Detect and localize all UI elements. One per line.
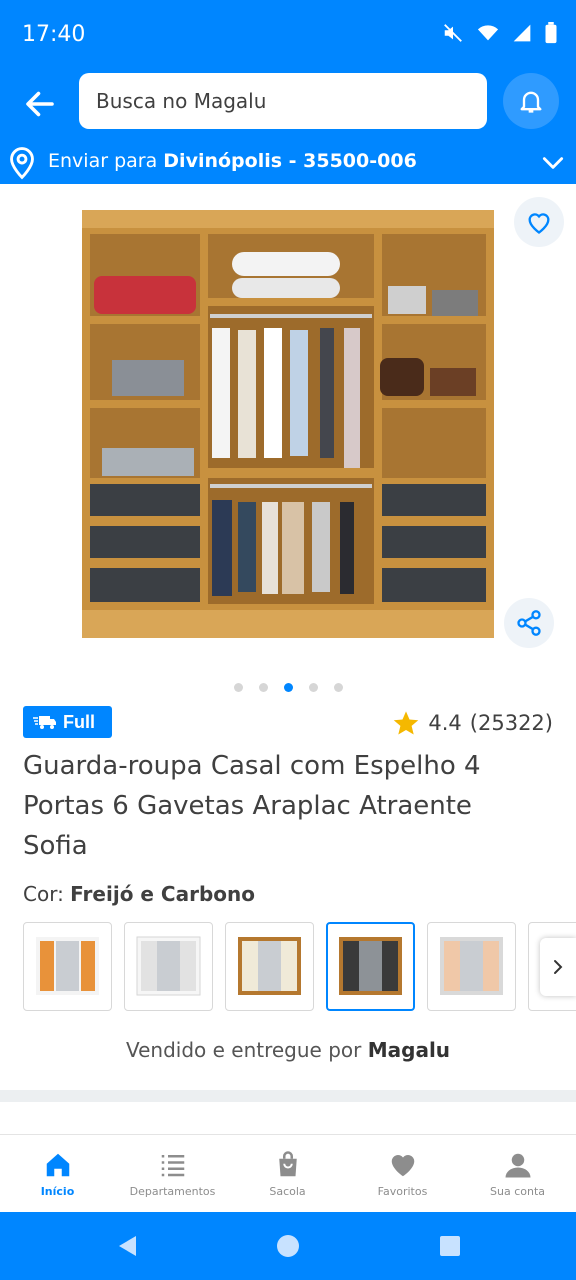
search-input[interactable]: Busca no Magalu: [79, 73, 487, 129]
nav-departamentos[interactable]: Departamentos: [115, 1145, 230, 1198]
seller-info: Vendido e entregue por Magalu: [0, 1038, 576, 1062]
color-value: Freijó e Carbono: [70, 882, 255, 906]
badge-label: Full: [63, 711, 95, 732]
back-button[interactable]: [22, 86, 58, 122]
system-home-icon[interactable]: [276, 1234, 300, 1258]
delivery-location: Enviar para Divinópolis - 35500-006: [48, 150, 417, 172]
swatch-freijo-off-white[interactable]: [225, 922, 314, 1011]
location-city: Divinópolis - 35500-006: [163, 150, 417, 172]
arrow-left-icon: [26, 91, 54, 117]
system-recents-icon[interactable]: [438, 1234, 462, 1258]
location-bar[interactable]: Enviar para Divinópolis - 35500-006: [0, 140, 576, 184]
nav-favoritos[interactable]: Favoritos: [345, 1145, 460, 1198]
nav-sacola[interactable]: Sacola: [230, 1145, 345, 1198]
heart-outline-icon: [528, 213, 550, 234]
location-pin-icon: [10, 147, 34, 180]
swatch-orange-white[interactable]: [23, 922, 112, 1011]
seller-prefix: Vendido e entregue por: [125, 1038, 362, 1062]
color-label: Cor:: [23, 882, 64, 906]
swatch-freijo-carbono[interactable]: [326, 922, 415, 1011]
gallery-pagination: [0, 683, 576, 692]
bottom-navigation: Início Departamentos Sacola Favoritos Su…: [0, 1134, 576, 1212]
star-icon: [394, 711, 419, 735]
mute-icon: [444, 24, 462, 42]
nav-label: Favoritos: [377, 1185, 428, 1198]
rating-value: 4.4: [428, 711, 462, 735]
swatch-white[interactable]: [124, 922, 213, 1011]
wifi-icon: [477, 25, 499, 41]
gallery-dot[interactable]: [308, 683, 318, 692]
system-back-icon[interactable]: [116, 1234, 140, 1258]
nav-sua-conta[interactable]: Sua conta: [460, 1145, 575, 1198]
color-selection: Cor: Freijó e Carbono: [23, 882, 255, 906]
section-divider: [0, 1090, 576, 1102]
truck-icon: [33, 716, 56, 729]
bell-icon: [520, 91, 542, 113]
swatch-rose-gray[interactable]: [427, 922, 516, 1011]
location-prefix: Enviar para: [48, 150, 158, 172]
product-rating[interactable]: 4.4 (25322): [392, 709, 553, 737]
nav-inicio[interactable]: Início: [0, 1145, 115, 1198]
top-bar: Busca no Magalu: [0, 66, 576, 140]
product-image[interactable]: [82, 210, 494, 638]
search-placeholder: Busca no Magalu: [96, 89, 267, 113]
swatches-next-button[interactable]: [540, 938, 576, 996]
seller-name[interactable]: Magalu: [368, 1038, 450, 1062]
user-icon: [505, 1153, 530, 1178]
battery-icon: [545, 22, 557, 44]
full-badge: Full: [23, 706, 112, 738]
product-title: Guarda-roupa Casal com Espelho 4 Portas …: [23, 751, 481, 861]
system-navigation-bar: [0, 1212, 576, 1280]
home-icon: [46, 1153, 69, 1177]
gallery-dot-active[interactable]: [283, 683, 293, 692]
nav-label: Sacola: [269, 1185, 306, 1198]
status-bar: 17:40: [0, 0, 576, 66]
nav-label: Início: [40, 1185, 75, 1198]
gallery-dot[interactable]: [233, 683, 243, 692]
bag-icon: [278, 1151, 297, 1177]
share-button[interactable]: [504, 598, 554, 648]
signal-icon: [513, 24, 531, 42]
gallery-dot[interactable]: [258, 683, 268, 692]
rating-count: (25322): [469, 711, 553, 735]
color-swatches: [23, 922, 576, 1012]
list-icon: [161, 1155, 184, 1177]
notifications-button[interactable]: [503, 73, 559, 129]
nav-label: Sua conta: [490, 1185, 545, 1198]
status-icons: [442, 22, 558, 44]
favorite-button[interactable]: [514, 197, 564, 247]
chevron-down-icon: [542, 157, 564, 169]
chevron-right-icon: [554, 960, 563, 974]
gallery-dot[interactable]: [333, 683, 343, 692]
nav-label: Departamentos: [129, 1185, 216, 1198]
share-icon: [517, 610, 541, 636]
heart-icon: [391, 1155, 414, 1177]
status-time: 17:40: [22, 22, 86, 47]
